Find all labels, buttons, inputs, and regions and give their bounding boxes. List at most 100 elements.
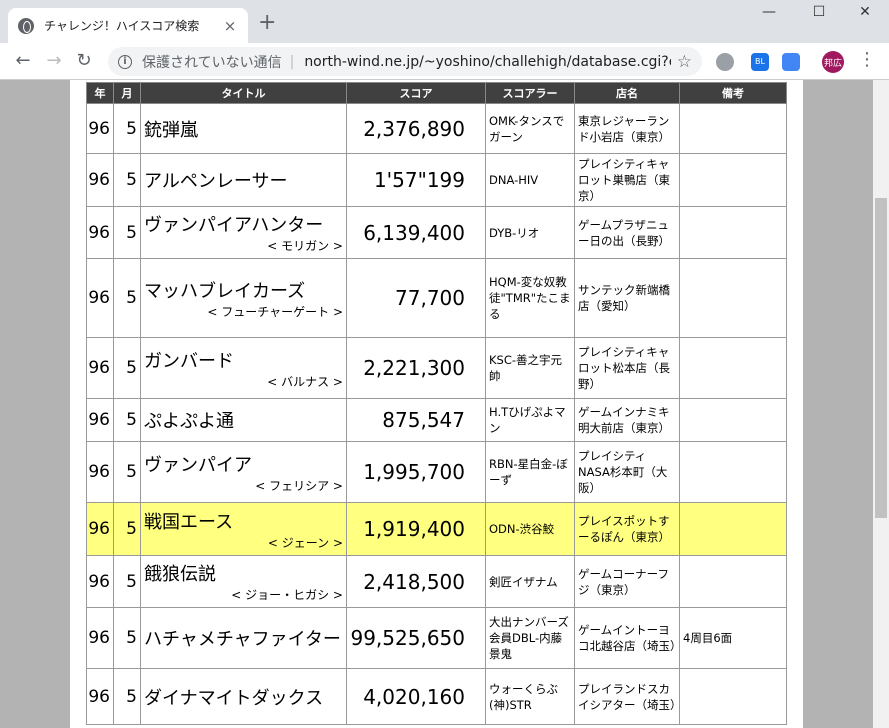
window-titlebar: チャレンジ！ハイスコア検索 × + — ☐ ✕ <box>0 0 889 43</box>
cell-shop: プレイシティキャロット松本店（長野） <box>574 337 680 399</box>
url-text[interactable]: north-wind.ne.jp/~yoshino/challehigh/dat… <box>304 54 670 70</box>
cell-title: マッハブレイカーズ < フューチャーゲート > <box>140 258 347 338</box>
cell-title: 餓狼伝説 < ジョー・ヒガシ > <box>140 555 347 608</box>
cell-title: ダイナマイトダックス <box>140 668 347 725</box>
profile-avatar[interactable]: 邦広 <box>822 51 844 73</box>
cell-month: 5 <box>113 441 141 503</box>
new-tab-button[interactable]: + <box>258 12 276 34</box>
column-header-note: 備考 <box>679 82 787 104</box>
cell-year: 96 <box>86 258 114 338</box>
character-name: < ジョー・ヒガシ > <box>231 588 343 602</box>
character-name: < フェリシア > <box>255 478 343 493</box>
maximize-button[interactable]: ☐ <box>799 4 839 28</box>
cell-month: 5 <box>113 258 141 338</box>
minimize-button[interactable]: — <box>749 4 789 28</box>
cell-score: 99,525,650 <box>346 607 486 669</box>
cell-scorer: KSC-善之宇元帥 <box>485 337 575 399</box>
globe-icon <box>18 17 34 34</box>
page-body: 年月タイトル スコア スコアラー 店名 備考 96 5 銃弾嵐 2,376,890 OMK-タン… <box>70 80 803 728</box>
cell-year: 96 <box>86 206 114 259</box>
cell-title: ぷよぷよ通 <box>140 398 347 442</box>
cell-score: 2,221,300 <box>346 337 486 399</box>
address-bar[interactable]: i 保護されていない通信 | north-wind.ne.jp/~yoshino… <box>108 47 702 76</box>
table-row: 96 5 マッハブレイカーズ < フューチャーゲート >77,700 HQM-変な奴教徒… <box>86 258 787 338</box>
cell-year: 96 <box>86 441 114 503</box>
character-name: < モリガン > <box>267 239 343 253</box>
cell-scorer: H.Tひげぷよマン <box>485 398 575 442</box>
cell-title: ヴァンパイアハンター < モリガン > <box>140 206 347 259</box>
cell-month: 5 <box>113 337 141 399</box>
vertical-scrollbar[interactable] <box>873 80 889 728</box>
table-header-row: 年月タイトル スコア スコアラー 店名 備考 <box>86 82 787 104</box>
cell-title: ヴァンパイア < フェリシア > <box>140 441 347 503</box>
character-name: < バルナス > <box>267 374 343 389</box>
tab-title: チャレンジ！ハイスコア検索 <box>44 19 200 33</box>
table-row: 96 5 ガンバード < バルナス >2,221,300 KSC-善之宇元帥 プレイシティ… <box>86 337 787 399</box>
reload-button[interactable]: ↻ <box>72 50 96 71</box>
table-row: 96 5 戦国エース < ジェーン >1,919,400 ODN-渋谷鮫 プレイスポットす… <box>86 502 787 556</box>
cell-note <box>679 258 787 338</box>
game-title: ダイナマイトダックス <box>144 687 324 709</box>
cell-year: 96 <box>86 555 114 608</box>
game-title: 餓狼伝説 <box>144 564 216 585</box>
scrollbar-thumb[interactable] <box>875 198 887 518</box>
cell-year: 96 <box>86 668 114 725</box>
forward-button[interactable]: → <box>42 50 66 71</box>
cell-month: 5 <box>113 398 141 442</box>
cell-shop: プレイシティNASA杉本町（大阪） <box>574 441 680 503</box>
cell-note <box>679 502 787 556</box>
browser-toolbar: ← → ↻ i 保護されていない通信 | north-wind.ne.jp/~y… <box>0 43 889 80</box>
cell-year: 96 <box>86 607 114 669</box>
extension-message-icon[interactable] <box>782 53 800 71</box>
cell-scorer: 剣匠イザナム <box>485 555 575 608</box>
cell-month: 5 <box>113 206 141 259</box>
cell-note <box>679 153 787 207</box>
info-icon[interactable]: i <box>118 54 132 69</box>
cell-note <box>679 103 787 154</box>
cell-shop: ゲームプラザニュー日の出（長野） <box>574 206 680 259</box>
cell-note <box>679 398 787 442</box>
extension-chat-icon[interactable] <box>716 53 734 71</box>
browser-tab[interactable]: チャレンジ！ハイスコア検索 × <box>8 8 248 43</box>
game-title: ヴァンパイア <box>144 454 252 476</box>
table-row: 96 5 ダイナマイトダックス 4,020,160 ウォーくらぶ(神)STR プレイランド… <box>86 668 787 725</box>
table-row: 96 5 銃弾嵐 2,376,890 OMK-タンスでガーン 東京レジャーランド小岩店（東… <box>86 103 787 154</box>
column-header-year: 年 <box>86 82 114 104</box>
cell-score: 875,547 <box>346 398 486 442</box>
cell-title: アルペンレーサー <box>140 153 347 207</box>
cell-title: 戦国エース < ジェーン > <box>140 502 347 556</box>
tab-close-button[interactable]: × <box>222 17 238 35</box>
extension-bl-icon[interactable]: BL <box>751 53 769 71</box>
cell-month: 5 <box>113 153 141 207</box>
cell-title: 銃弾嵐 <box>140 103 347 154</box>
column-header-title: タイトル <box>140 82 347 104</box>
cell-month: 5 <box>113 555 141 608</box>
cell-scorer: 大出ナンバーズ会員DBL-内藤景鬼 <box>485 607 575 669</box>
table-body: 96 5 銃弾嵐 2,376,890 OMK-タンスでガーン 東京レジャーランド小岩店（東… <box>86 103 787 725</box>
table-row: 96 5 餓狼伝説 < ジョー・ヒガシ >2,418,500 剣匠イザナム ゲームコーナー… <box>86 555 787 608</box>
cell-note <box>679 668 787 725</box>
game-title: ヴァンパイアハンター <box>144 215 324 236</box>
cell-year: 96 <box>86 502 114 556</box>
menu-icon[interactable]: ⋮ <box>858 51 876 69</box>
cell-shop: ゲームイントーヨコ北越谷店（埼玉） <box>574 607 682 669</box>
back-button[interactable]: ← <box>11 50 35 71</box>
bookmark-star-icon[interactable]: ☆ <box>677 52 692 72</box>
cell-shop: プレイランドスカイシアター（埼玉） <box>574 668 682 725</box>
column-header-shop: 店名 <box>574 82 680 104</box>
cell-shop: ゲームコーナーフジ（東京） <box>574 555 680 608</box>
table-row: 96 5 ぷよぷよ通 875,547 H.Tひげぷよマン ゲームインナミキ明大前店（東京） <box>86 398 787 442</box>
cell-month: 5 <box>113 502 141 556</box>
cell-title: ガンバード < バルナス > <box>140 337 347 399</box>
cell-score: 1,995,700 <box>346 441 486 503</box>
cell-scorer: ウォーくらぶ(神)STR <box>485 668 575 725</box>
cell-shop: プレイシティキャロット巣鴨店（東京） <box>574 153 680 207</box>
game-title: 戦国エース <box>144 511 234 533</box>
cell-year: 96 <box>86 337 114 399</box>
cell-score: 2,418,500 <box>346 555 486 608</box>
cell-scorer: HQM-変な奴教徒"TMR"たこまる <box>485 258 575 338</box>
cell-score: 1,919,400 <box>346 502 486 556</box>
cell-month: 5 <box>113 103 141 154</box>
cell-year: 96 <box>86 103 114 154</box>
close-window-button[interactable]: ✕ <box>845 4 885 28</box>
